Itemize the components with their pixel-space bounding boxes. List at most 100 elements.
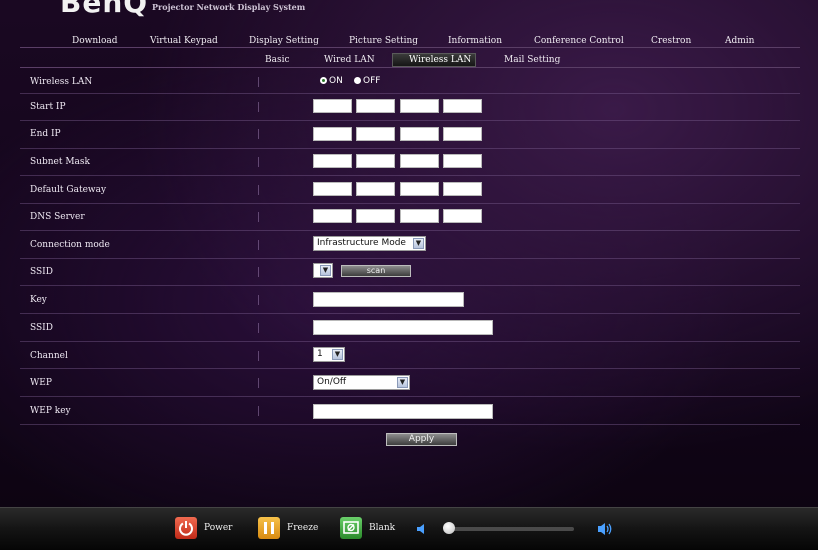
column-divider — [258, 378, 259, 388]
wep-select[interactable]: On/Off ▼ — [313, 375, 410, 390]
freeze-button[interactable] — [258, 517, 280, 539]
system-name: Projector Network Display System — [152, 2, 306, 12]
subnet-mask-octet-2[interactable] — [356, 154, 395, 168]
row-divider — [20, 313, 800, 314]
wep-label: WEP — [30, 378, 52, 388]
column-divider — [258, 129, 259, 139]
column-divider — [258, 185, 259, 195]
wireless-off-radio[interactable]: OFF — [354, 76, 380, 86]
wireless-lan-label: Wireless LAN — [30, 77, 93, 87]
dns-server-octet-1[interactable] — [313, 209, 352, 223]
apply-button[interactable]: Apply — [386, 433, 457, 446]
end-ip-octet-1[interactable] — [313, 127, 352, 141]
power-label: Power — [204, 523, 233, 533]
end-ip-octet-2[interactable] — [356, 127, 395, 141]
dns-server-octet-4[interactable] — [443, 209, 482, 223]
ssid-input[interactable] — [313, 320, 493, 335]
column-divider — [258, 212, 259, 222]
wep-value: On/Off — [317, 377, 347, 387]
channel-select[interactable]: 1 ▼ — [313, 347, 345, 362]
connection-mode-value: Infrastructure Mode — [317, 238, 406, 248]
subnet-mask-octet-3[interactable] — [400, 154, 439, 168]
volume-slider-thumb[interactable] — [443, 522, 455, 534]
radio-off-label: OFF — [363, 76, 381, 86]
row-divider — [20, 285, 800, 286]
row-divider — [20, 148, 800, 149]
column-divider — [258, 323, 259, 333]
wep-key-input[interactable] — [313, 404, 493, 419]
connection-mode-label: Connection mode — [30, 240, 110, 250]
wep-key-label: WEP key — [30, 406, 71, 416]
nav-display-setting[interactable]: Display Setting — [249, 36, 319, 46]
dns-server-octet-2[interactable] — [356, 209, 395, 223]
start-ip-octet-2[interactable] — [356, 99, 395, 113]
benq-logo: BenQ — [60, 0, 149, 19]
end-ip-label: End IP — [30, 129, 61, 139]
volume-low-icon[interactable] — [415, 522, 429, 536]
blank-label: Blank — [369, 523, 396, 533]
column-divider — [258, 267, 259, 277]
start-ip-octet-1[interactable] — [313, 99, 352, 113]
default-gateway-octet-2[interactable] — [356, 182, 395, 196]
nav-download[interactable]: Download — [72, 36, 118, 46]
ssid-select[interactable]: ▼ — [313, 263, 333, 278]
blank-button[interactable] — [340, 517, 362, 539]
channel-label: Channel — [30, 351, 68, 361]
subnav-wired-lan[interactable]: Wired LAN — [324, 55, 375, 65]
column-divider — [258, 295, 259, 305]
chevron-down-icon: ▼ — [413, 238, 424, 249]
freeze-icon — [264, 522, 274, 534]
column-divider — [258, 406, 259, 416]
control-bar: Power Freeze Blank — [0, 507, 818, 550]
default-gateway-label: Default Gateway — [30, 185, 107, 195]
subnav-divider — [20, 67, 800, 68]
nav-virtual-keypad[interactable]: Virtual Keypad — [150, 36, 218, 46]
wireless-on-radio[interactable]: ON — [320, 76, 343, 86]
scan-button[interactable]: scan — [341, 265, 411, 277]
subnav-wireless-lan[interactable]: Wireless LAN — [409, 55, 471, 65]
ssid-select-label: SSID — [30, 267, 53, 277]
subnet-mask-octet-1[interactable] — [313, 154, 352, 168]
power-button[interactable] — [175, 517, 197, 539]
row-divider — [20, 120, 800, 121]
end-ip-octet-4[interactable] — [443, 127, 482, 141]
nav-picture-setting[interactable]: Picture Setting — [349, 36, 418, 46]
key-label: Key — [30, 295, 47, 305]
ssid-text-label: SSID — [30, 323, 53, 333]
radio-unselected-icon — [354, 77, 361, 84]
column-divider — [258, 157, 259, 167]
nav-information[interactable]: Information — [448, 36, 502, 46]
nav-conference-control[interactable]: Conference Control — [534, 36, 624, 46]
column-divider — [258, 240, 259, 250]
end-ip-octet-3[interactable] — [400, 127, 439, 141]
row-divider — [20, 341, 800, 342]
key-input[interactable] — [313, 292, 464, 307]
default-gateway-octet-3[interactable] — [400, 182, 439, 196]
dns-server-octet-3[interactable] — [400, 209, 439, 223]
power-icon — [179, 521, 193, 536]
volume-high-icon[interactable] — [596, 521, 614, 537]
default-gateway-octet-1[interactable] — [313, 182, 352, 196]
channel-value: 1 — [317, 349, 323, 359]
subnav-mail-setting[interactable]: Mail Setting — [504, 55, 560, 65]
default-gateway-octet-4[interactable] — [443, 182, 482, 196]
chevron-down-icon: ▼ — [397, 377, 408, 388]
row-divider — [20, 368, 800, 369]
subnav-basic[interactable]: Basic — [265, 55, 290, 65]
radio-selected-icon — [320, 77, 327, 84]
start-ip-octet-4[interactable] — [443, 99, 482, 113]
nav-crestron[interactable]: Crestron — [651, 36, 691, 46]
nav-admin[interactable]: Admin — [725, 36, 754, 46]
subnet-mask-label: Subnet Mask — [30, 157, 90, 167]
blank-icon — [343, 521, 359, 534]
subnet-mask-octet-4[interactable] — [443, 154, 482, 168]
volume-slider-track[interactable] — [452, 527, 574, 531]
row-divider — [20, 203, 800, 204]
start-ip-octet-3[interactable] — [400, 99, 439, 113]
column-divider — [258, 351, 259, 361]
column-divider — [258, 77, 259, 87]
dns-server-label: DNS Server — [30, 212, 85, 222]
row-divider — [20, 258, 800, 259]
row-divider — [20, 424, 800, 425]
connection-mode-select[interactable]: Infrastructure Mode ▼ — [313, 236, 426, 251]
